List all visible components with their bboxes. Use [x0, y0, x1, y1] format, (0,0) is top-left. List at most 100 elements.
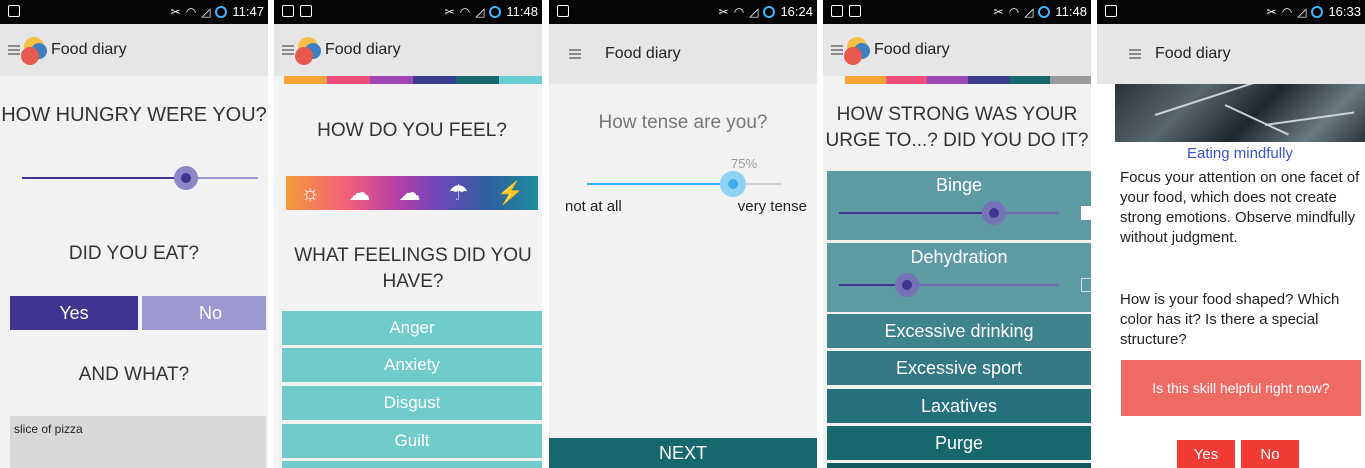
progress-segment — [284, 76, 327, 84]
progress-bar — [284, 76, 542, 84]
image-icon — [1105, 5, 1117, 17]
next-button[interactable]: NEXT — [549, 438, 817, 468]
binge-slider-thumb[interactable] — [989, 208, 999, 218]
app-bar: Food diary — [823, 24, 1091, 76]
app-bar: Food diary — [274, 24, 542, 76]
menu-icon[interactable] — [1129, 49, 1141, 59]
app-title: Food diary — [325, 41, 401, 58]
urge-question: HOW STRONG WAS YOUR URGE TO...? DID YOU … — [825, 104, 1089, 151]
urge-item-laxatives[interactable]: Laxatives — [827, 389, 1091, 423]
notification-icon — [300, 5, 312, 17]
status-bar: ✂ ◠ ◿ 16:24 — [549, 0, 817, 24]
urge-item-more[interactable] — [827, 463, 1091, 468]
app-title: Food diary — [1155, 45, 1231, 62]
screen-urges: ✂ ◠ ◿ 11:48 Food diary HOW STRONG WAS YO… — [823, 0, 1091, 468]
app-logo — [21, 35, 49, 65]
feeling-item-anger[interactable]: Anger — [282, 311, 542, 345]
dehydration-slider-thumb[interactable] — [902, 280, 912, 290]
mute-icon: ✂ — [1266, 4, 1277, 19]
signal-icon: ◿ — [475, 4, 485, 19]
helpful-yes-button[interactable]: Yes — [1177, 440, 1235, 468]
sync-icon — [1311, 5, 1324, 18]
app-title: Food diary — [874, 41, 950, 58]
mood-weather-selector[interactable]: ☼ ☁ ☁ ☂ ⚡ — [286, 176, 538, 210]
mute-icon: ✂ — [718, 4, 729, 19]
status-bar: ✂ ◠ ◿ 11:48 — [823, 0, 1091, 24]
sync-icon — [215, 5, 228, 18]
feeling-item-guilt[interactable]: Guilt — [282, 424, 542, 458]
status-time: 11:47 — [232, 4, 264, 19]
min-label: not at all — [565, 198, 622, 215]
urge-item-excessive-drinking[interactable]: Excessive drinking — [827, 314, 1091, 348]
feeling-item-disgust[interactable]: Disgust — [282, 386, 542, 420]
dehydration-checkbox[interactable] — [1081, 278, 1091, 292]
progress-segment — [413, 76, 456, 84]
sun-icon[interactable]: ☼ — [300, 180, 320, 206]
binge-slider-fill — [839, 212, 993, 214]
feeling-item-anxiety[interactable]: Anxiety — [282, 348, 542, 382]
signal-icon: ◿ — [201, 4, 211, 19]
urge-slider-binge: Binge — [827, 171, 1091, 240]
image-icon — [831, 5, 843, 17]
image-icon — [282, 5, 294, 17]
ate-question: DID YOU EAT? — [68, 243, 200, 264]
menu-icon[interactable] — [8, 45, 20, 55]
tension-question: How tense are you? — [598, 112, 768, 133]
app-bar: Food diary — [1097, 24, 1365, 84]
no-button[interactable]: No — [142, 296, 266, 330]
menu-icon[interactable] — [831, 45, 843, 55]
status-time: 16:24 — [780, 4, 813, 19]
status-time: 11:48 — [1055, 4, 1087, 19]
urge-label: Binge — [935, 175, 983, 195]
urge-item-excessive-sport[interactable]: Excessive sport — [827, 351, 1091, 385]
sync-icon — [489, 5, 502, 18]
skill-image — [1115, 84, 1365, 142]
ate-toggle: Yes No — [10, 296, 266, 330]
feelings-question: WHAT FEELINGS DID YOU HAVE? — [294, 245, 532, 292]
progress-segment — [456, 76, 499, 84]
app-logo — [844, 35, 872, 65]
feeling-item-more[interactable] — [282, 461, 542, 468]
screen-skill: ✂ ◠ ◿ 16:33 Food diary Eating mindfully … — [1097, 0, 1365, 468]
menu-icon[interactable] — [569, 49, 581, 59]
food-input[interactable]: slice of pizza — [10, 416, 266, 468]
helpful-no-button[interactable]: No — [1241, 440, 1299, 468]
image-icon — [557, 5, 569, 17]
signal-icon: ◿ — [749, 4, 759, 19]
screen-tension: ✂ ◠ ◿ 16:24 Food diary How tense are you… — [549, 0, 817, 468]
rain-icon[interactable]: ☂ — [449, 180, 469, 206]
menu-icon[interactable] — [282, 45, 294, 55]
progress-segment — [927, 76, 968, 84]
skill-prompt: How is your food shaped? Which color has… — [1120, 291, 1340, 348]
progress-segment — [327, 76, 370, 84]
status-time: 16:33 — [1328, 4, 1361, 19]
progress-segment — [499, 76, 542, 84]
yes-button[interactable]: Yes — [10, 296, 138, 330]
storm-icon[interactable]: ⚡ — [496, 180, 523, 206]
progress-segment — [968, 76, 1009, 84]
hunger-question: HOW HUNGRY WERE YOU? — [1, 104, 267, 126]
sync-icon — [763, 5, 776, 18]
app-bar: Food diary — [549, 24, 817, 84]
cloud-sun-icon[interactable]: ☁ — [348, 180, 370, 206]
slider-thumb[interactable] — [181, 173, 191, 183]
slider-fill — [22, 177, 186, 179]
max-label: very tense — [737, 198, 807, 215]
mute-icon: ✂ — [170, 4, 181, 19]
sync-icon — [1038, 5, 1051, 18]
status-bar: ✂ ◠ ◿ 16:33 — [1097, 0, 1365, 24]
app-bar: Food diary — [0, 24, 268, 76]
urge-item-purge[interactable]: Purge — [827, 426, 1091, 460]
progress-segment — [886, 76, 927, 84]
slider-thumb[interactable] — [728, 179, 738, 189]
notification-icon — [849, 5, 861, 17]
skill-title: Eating mindfully — [1187, 145, 1293, 162]
tension-percent: 75% — [731, 156, 758, 171]
mute-icon: ✂ — [444, 4, 455, 19]
cloud-icon[interactable]: ☁ — [398, 180, 420, 206]
binge-checkbox[interactable] — [1081, 206, 1091, 220]
skill-description: Focus your attention on one facet of you… — [1120, 169, 1360, 246]
slider-fill — [587, 183, 733, 185]
signal-icon: ◿ — [1297, 4, 1307, 19]
signal-icon: ◿ — [1024, 4, 1034, 19]
